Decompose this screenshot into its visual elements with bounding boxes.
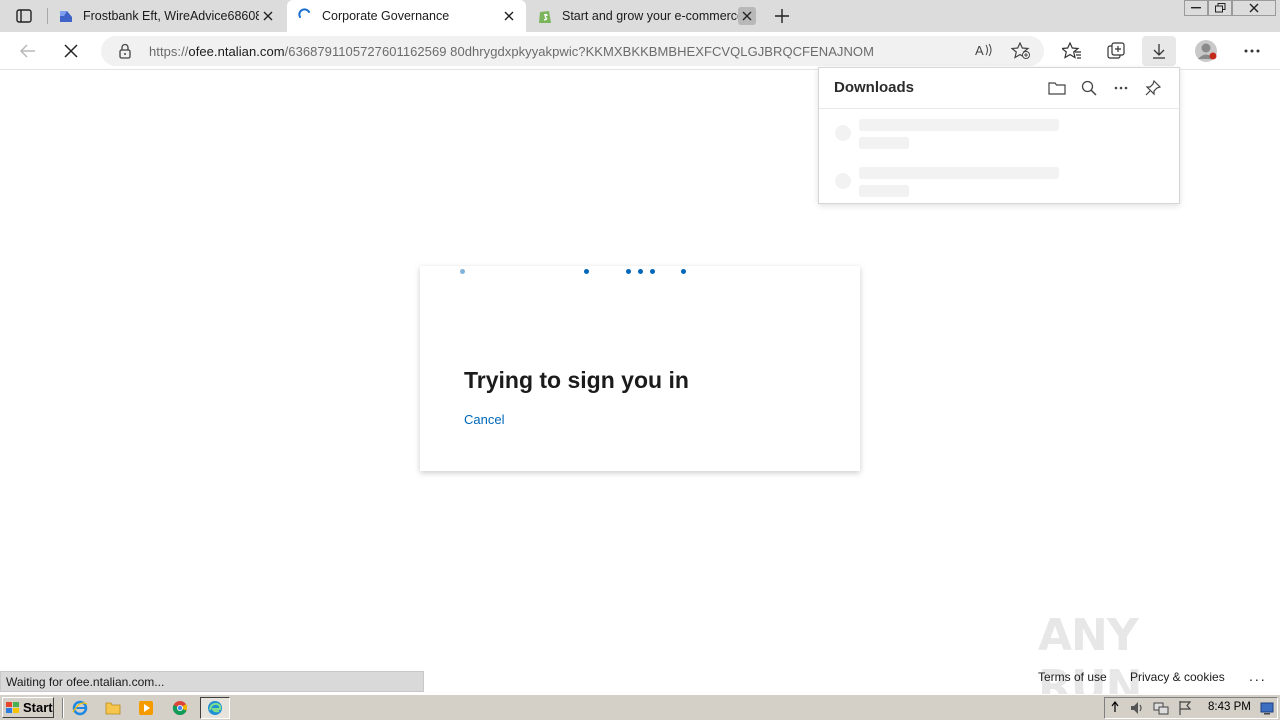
edge-taskbar-button[interactable]	[200, 697, 230, 719]
tab-title: Frostbank Eft, WireAdvice686086	[83, 9, 259, 23]
tab-shopify[interactable]: Start and grow your e-commerce	[527, 0, 764, 32]
lock-icon[interactable]	[118, 43, 132, 64]
start-button[interactable]: Start	[2, 697, 54, 718]
status-bar: Waiting for ofee.ntalian.com...	[0, 671, 424, 692]
add-favorite-icon[interactable]	[1010, 41, 1031, 65]
download-item-placeholder	[859, 137, 909, 149]
download-item-placeholder	[859, 185, 909, 197]
tab-title: Corporate Governance	[322, 9, 450, 23]
progress-dot	[681, 269, 686, 274]
taskbar: Start 8:43 PM	[0, 694, 1280, 720]
close-tab-icon[interactable]	[500, 7, 518, 25]
progress-dot	[650, 269, 655, 274]
favorites-icon[interactable]	[1058, 37, 1086, 65]
edge-icon	[208, 701, 222, 715]
anyrun-watermark: ANY RUN	[1038, 610, 1142, 712]
shopify-favicon-icon	[537, 8, 553, 24]
download-item-placeholder-icon	[835, 173, 851, 189]
minimize-button[interactable]	[1184, 0, 1208, 16]
action-center-flag-icon[interactable]	[1177, 700, 1193, 721]
show-desktop-icon[interactable]	[1260, 701, 1274, 720]
file-explorer-icon[interactable]	[104, 699, 122, 717]
close-tab-icon[interactable]	[259, 7, 277, 25]
tab-title: Start and grow your e-commerce	[562, 9, 738, 23]
back-button[interactable]	[14, 37, 42, 65]
volume-icon[interactable]	[1129, 700, 1145, 721]
signin-card: Trying to sign you in Cancel	[420, 266, 860, 471]
tab-corporate-governance[interactable]: Corporate Governance	[287, 0, 526, 32]
signin-title: Trying to sign you in	[464, 367, 689, 393]
internet-explorer-icon[interactable]	[71, 699, 89, 717]
tab-actions-icon[interactable]	[10, 2, 38, 30]
settings-more-icon[interactable]	[1238, 37, 1266, 65]
tab-frostbank[interactable]: Frostbank Eft, WireAdvice686086	[48, 0, 285, 32]
windows-logo-icon	[6, 701, 20, 714]
download-item-placeholder-icon	[835, 125, 851, 141]
browser-toolbar: https://ofee.ntalian.com/636879110572760…	[0, 32, 1280, 70]
privacy-cookies-link[interactable]: Privacy & cookies	[1130, 670, 1225, 684]
progress-dot	[460, 269, 465, 274]
cancel-link[interactable]: Cancel	[464, 412, 504, 427]
loading-spinner-icon	[297, 8, 313, 24]
restore-button[interactable]	[1208, 0, 1232, 16]
profile-avatar[interactable]	[1192, 37, 1220, 65]
tab-strip: Frostbank Eft, WireAdvice686086 Corporat…	[0, 0, 1280, 32]
show-hidden-icons[interactable]	[1111, 700, 1119, 719]
downloads-panel: Downloads	[818, 67, 1180, 204]
media-player-icon[interactable]	[137, 699, 155, 717]
footer-more-link[interactable]: ...	[1249, 668, 1267, 684]
terms-of-use-link[interactable]: Terms of use	[1038, 670, 1107, 684]
network-icon[interactable]	[1153, 700, 1169, 721]
start-label: Start	[23, 700, 53, 715]
taskbar-clock[interactable]: 8:43 PM	[1208, 701, 1251, 713]
url-text[interactable]: https://ofee.ntalian.com/636879110572760…	[149, 44, 874, 59]
more-options-icon[interactable]	[1111, 78, 1131, 98]
download-item-placeholder	[859, 119, 1059, 131]
close-window-button[interactable]	[1232, 0, 1276, 16]
system-tray	[1104, 697, 1278, 719]
pin-icon[interactable]	[1143, 78, 1163, 98]
download-item-placeholder	[859, 167, 1059, 179]
url-host: ofee.ntalian.com	[188, 44, 285, 59]
chrome-icon[interactable]	[171, 699, 189, 717]
downloads-button[interactable]	[1142, 36, 1176, 66]
stop-loading-button[interactable]	[57, 37, 85, 65]
progress-dot	[584, 269, 589, 274]
downloads-title: Downloads	[834, 79, 915, 96]
frostbank-favicon-icon	[58, 8, 74, 24]
read-aloud-icon[interactable]: A	[975, 42, 993, 63]
progress-dot	[626, 269, 631, 274]
progress-dot	[638, 269, 643, 274]
url-prefix: https://	[149, 44, 189, 59]
new-tab-button[interactable]	[768, 2, 796, 30]
close-tab-icon[interactable]	[738, 7, 756, 25]
svg-text:A: A	[975, 43, 984, 58]
open-folder-icon[interactable]	[1047, 78, 1067, 98]
url-path: /6368791105727601162569 80dhrygdxpkyyakp…	[284, 44, 874, 59]
taskbar-separator	[62, 698, 64, 718]
search-icon[interactable]	[1079, 78, 1099, 98]
collections-icon[interactable]	[1102, 37, 1130, 65]
downloads-divider	[819, 108, 1179, 109]
address-bar[interactable]: https://ofee.ntalian.com/636879110572760…	[101, 36, 1044, 66]
